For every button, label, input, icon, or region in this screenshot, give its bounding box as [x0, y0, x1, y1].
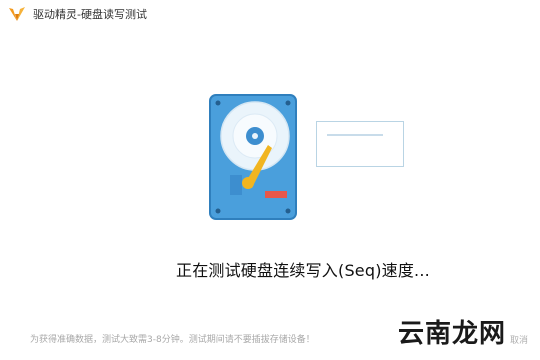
- progress-panel: [316, 121, 404, 167]
- title-bar: 驱动精灵-硬盘读写测试: [0, 0, 540, 28]
- watermark-text: 云南龙网: [398, 319, 507, 349]
- tip-text: 为获得准确数据，测试大致需3-8分钟。测试期间请不要插拔存储设备！: [30, 335, 315, 345]
- window-title: 驱动精灵-硬盘读写测试: [33, 8, 147, 21]
- cancel-button[interactable]: 取消: [510, 333, 528, 346]
- test-status-text: 正在测试硬盘连续写入(Seq)速度...: [176, 261, 430, 280]
- progress-indicator: [327, 134, 383, 136]
- app-logo-icon: [9, 7, 25, 21]
- hard-disk-icon: [209, 94, 297, 220]
